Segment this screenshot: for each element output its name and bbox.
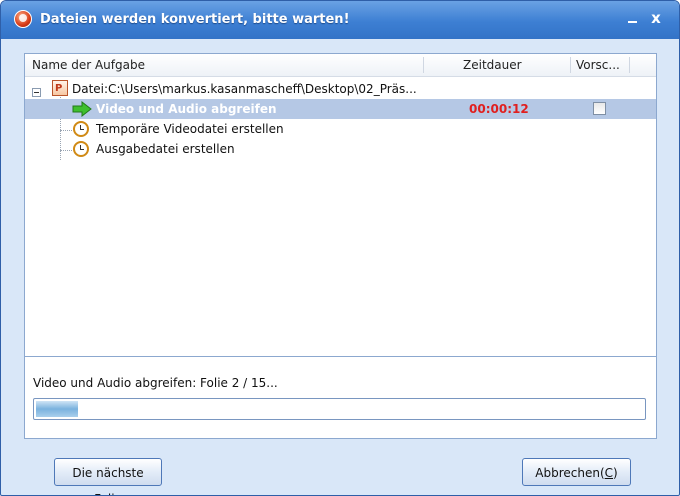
cancel-label-prefix: Abbrechen( [535,466,605,480]
panel-divider [25,356,656,357]
task-label: Temporäre Videodatei erstellen [96,122,284,136]
powerpoint-file-icon [52,79,68,99]
column-divider[interactable] [629,57,630,73]
column-divider[interactable] [423,57,424,73]
task-row[interactable]: Video und Audio abgreifen 00:00:12 [25,99,656,119]
task-list-panel: Name der Aufgabe Zeitdauer Vorsc... Date… [24,53,657,439]
table-header: Name der Aufgabe Zeitdauer Vorsc... [25,54,656,77]
column-header-task-name[interactable]: Name der Aufgabe [32,54,422,76]
progress-bar-fill [36,401,78,417]
task-label: Video und Audio abgreifen [96,102,277,116]
app-logo-icon [14,10,32,28]
cancel-accelerator-key: C [604,466,614,480]
task-row[interactable]: Temporäre Videodatei erstellen [25,119,656,139]
file-row[interactable]: Datei:C:\Users\markus.kasanmascheff\Desk… [25,79,656,99]
alarm-clock-icon [73,141,89,157]
column-divider[interactable] [570,57,571,73]
window-title: Dateien werden konvertiert, bitte warten… [40,12,350,27]
progress-bar [33,398,646,420]
alarm-clock-icon [73,121,89,137]
green-arrow-icon [72,101,92,117]
column-header-duration[interactable]: Zeitdauer [463,54,563,76]
column-header-preview[interactable]: Vorsc... [576,54,646,76]
next-slide-button[interactable]: Die nächste Folie [54,458,162,495]
task-duration: 00:00:12 [469,102,529,116]
title-bar[interactable]: Dateien werden konvertiert, bitte warten… [1,1,679,39]
preview-checkbox[interactable] [593,102,606,115]
task-label: Ausgabedatei erstellen [96,142,235,156]
task-tree: Datei:C:\Users\markus.kasanmascheff\Desk… [25,77,656,357]
collapse-toggle[interactable] [32,88,41,97]
progress-status-text: Video und Audio abgreifen: Folie 2 / 15.… [33,376,278,390]
file-path-label: Datei:C:\Users\markus.kasanmascheff\Desk… [72,82,417,96]
conversion-dialog: Dateien werden konvertiert, bitte warten… [0,0,680,496]
minimize-button[interactable] [623,9,641,27]
cancel-label-suffix: ) [613,466,618,480]
close-button[interactable]: x [647,9,665,27]
task-row[interactable]: Ausgabedatei erstellen [25,139,656,159]
cancel-button[interactable]: Abbrechen(C) [522,458,631,486]
